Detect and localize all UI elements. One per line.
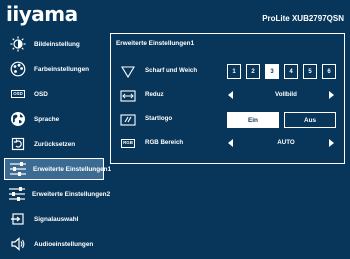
row-startlogo: Startlogo Ein Aus	[111, 111, 346, 129]
reduz-next-arrow[interactable]	[329, 91, 334, 99]
sidebar-item-farbeinstellungen[interactable]: Farbeinstellungen	[4, 58, 104, 80]
sharpness-label: Scharf und Weich	[145, 67, 198, 74]
globe-icon	[8, 110, 28, 128]
sharpness-option-3[interactable]: 3	[265, 64, 279, 79]
sidebar-item-label: Audioeinstellungen	[34, 240, 94, 248]
input-icon	[8, 210, 28, 228]
color-palette-icon	[8, 60, 28, 78]
sidebar-item-bildeinstellung[interactable]: Bildeinstellung	[4, 33, 104, 55]
sidebar-item-sprache[interactable]: Sprache	[4, 108, 104, 130]
row-sharpness: Scharf und Weich 1 2 3 4 5 6	[111, 63, 346, 81]
row-rgb-range: RGB RGB Bereich AUTO	[111, 135, 346, 153]
sliders-icon	[8, 185, 26, 203]
sliders-icon	[9, 160, 27, 178]
resize-icon	[119, 89, 137, 102]
sidebar-item-label: Farbeinstellungen	[34, 65, 90, 73]
sidebar-item-label: Sprache	[34, 115, 60, 123]
sidebar-item-audioeinstellungen[interactable]: Audioeinstellungen	[4, 233, 104, 255]
sidebar-item-label: Erweiterte Einstellungen2	[32, 190, 111, 198]
triangle-down-icon	[119, 65, 137, 78]
rgb-range-value: AUTO	[277, 139, 295, 146]
reduz-value: Vollbild	[275, 91, 297, 98]
rgb-icon-text: RGB	[121, 139, 135, 148]
reduz-prev-arrow[interactable]	[228, 91, 233, 99]
sidebar-item-label: Signalauswahl	[34, 215, 79, 223]
startlogo-label: Startlogo	[145, 115, 173, 122]
sidebar-item-label: Bildeinstellung	[34, 40, 80, 48]
panel-title: Erweiterte Einstellungen1	[116, 40, 195, 47]
rgb-prev-arrow[interactable]	[228, 139, 233, 147]
rgb-range-label: RGB Bereich	[145, 139, 184, 146]
reset-icon	[8, 135, 28, 153]
sharpness-option-6[interactable]: 6	[322, 64, 336, 79]
sidebar-item-signalauswahl[interactable]: Signalauswahl	[4, 208, 104, 230]
brand-logo: iiyama	[6, 2, 78, 26]
rgb-next-arrow[interactable]	[329, 139, 334, 147]
sidebar-item-erweiterte-einstellungen1[interactable]: Erweiterte Einstellungen1	[4, 158, 111, 180]
sidebar-menu: Bildeinstellung Farbeinstellungen OSD OS…	[4, 33, 111, 257]
sidebar-item-zuruecksetzen[interactable]: Zurücksetzen	[4, 133, 104, 155]
startlogo-on-button[interactable]: Ein	[227, 112, 279, 128]
sidebar-item-osd[interactable]: OSD OSD	[4, 83, 104, 105]
speaker-icon	[8, 235, 28, 253]
osd-icon-text: OSD	[11, 89, 25, 99]
header: iiyama ProLite XUB2797QSN	[0, 0, 350, 30]
reduz-label: Reduz	[145, 91, 164, 98]
sharpness-option-1[interactable]: 1	[227, 64, 241, 79]
sharpness-option-2[interactable]: 2	[246, 64, 260, 79]
osd-icon: OSD	[8, 85, 28, 103]
sharpness-option-5[interactable]: 5	[303, 64, 317, 79]
sidebar-item-label: Zurücksetzen	[34, 140, 76, 148]
sidebar-item-label: Erweiterte Einstellungen1	[33, 165, 112, 173]
startlogo-off-button[interactable]: Aus	[284, 112, 336, 128]
sharpness-option-4[interactable]: 4	[284, 64, 298, 79]
model-name: ProLite XUB2797QSN	[262, 14, 344, 23]
sidebar-item-erweiterte-einstellungen2[interactable]: Erweiterte Einstellungen2	[4, 183, 110, 205]
row-reduz: Reduz Vollbild	[111, 87, 346, 105]
sidebar-item-label: OSD	[34, 90, 48, 98]
brightness-icon	[8, 35, 28, 53]
rgb-icon: RGB	[119, 137, 137, 150]
logo-icon	[119, 113, 137, 126]
settings-panel: Erweiterte Einstellungen1 Scharf und Wei…	[110, 33, 345, 164]
